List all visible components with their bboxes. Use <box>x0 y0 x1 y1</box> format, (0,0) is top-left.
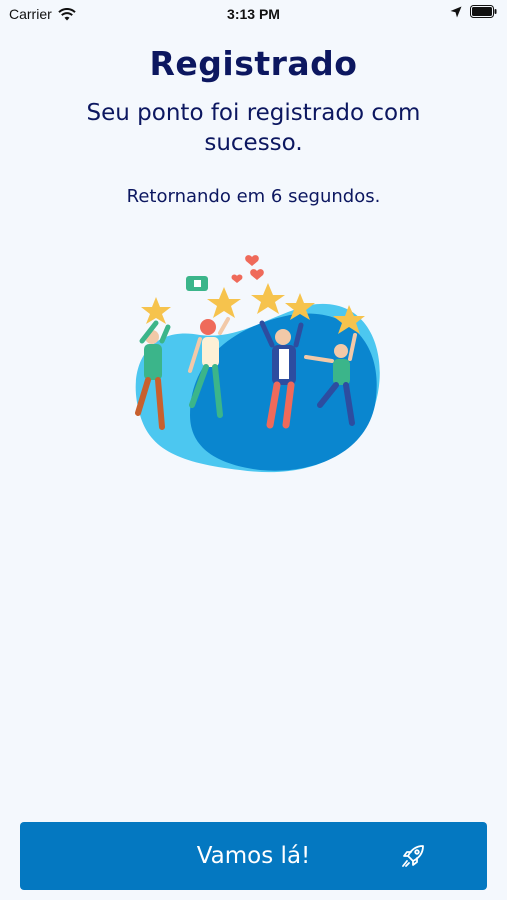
location-arrow-icon <box>450 6 462 17</box>
celebration-illustration <box>135 255 380 473</box>
vamos-la-button-label: Vamos lá! <box>196 843 311 869</box>
status-bar: Carrier 3:13 PM <box>0 0 507 28</box>
status-time: 3:13 PM <box>227 6 280 22</box>
battery-icon <box>470 5 497 18</box>
vamos-la-button[interactable]: Vamos lá! <box>20 822 487 890</box>
success-message: Seu ponto foi registrado com sucesso. <box>86 100 421 156</box>
countdown-text: Retornando em 6 segundos. <box>126 186 381 207</box>
status-right <box>450 5 497 18</box>
page-title: Registrado <box>149 44 358 83</box>
rocket-icon <box>402 845 424 867</box>
